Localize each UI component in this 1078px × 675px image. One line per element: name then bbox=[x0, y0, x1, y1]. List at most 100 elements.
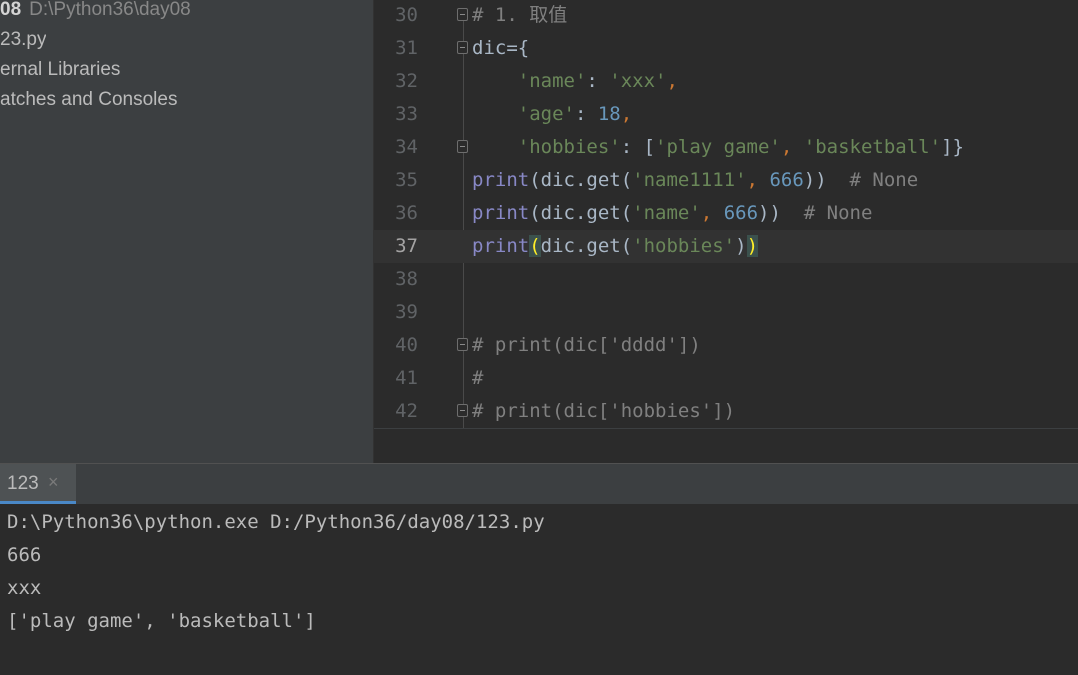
console-output-line: 666 bbox=[7, 544, 42, 566]
code-token: print bbox=[472, 235, 530, 257]
tree-item-scratches[interactable]: atches and Consoles bbox=[0, 85, 177, 115]
fold-marker-icon[interactable] bbox=[457, 8, 468, 21]
code-token: 'age' bbox=[517, 103, 575, 125]
project-root-path: D:\Python36\day08 bbox=[29, 0, 191, 20]
line-number: 37 bbox=[395, 235, 418, 257]
tree-item-external-libraries[interactable]: ernal Libraries bbox=[0, 55, 120, 85]
console-output-line: ['play game', 'basketball'] bbox=[7, 610, 316, 632]
code-line[interactable]: 41 # bbox=[374, 362, 1078, 395]
code-token: dic={ bbox=[472, 37, 530, 59]
line-number: 33 bbox=[395, 103, 418, 125]
code-token: : [ bbox=[620, 136, 656, 158]
code-token: 'name' bbox=[632, 202, 701, 224]
code-line[interactable]: 37 print(dic.get('hobbies')) bbox=[374, 230, 1078, 263]
code-line[interactable]: 39 bbox=[374, 296, 1078, 329]
code-text: 'age': 18, bbox=[472, 98, 632, 131]
code-line[interactable]: 36 print(dic.get('name', 666)) # None bbox=[374, 197, 1078, 230]
code-token: 'name' bbox=[517, 70, 587, 92]
code-text: dic={ bbox=[472, 32, 529, 65]
line-number: 36 bbox=[395, 202, 418, 224]
code-line[interactable]: 31 dic={ bbox=[374, 32, 1078, 65]
code-token: 'name1111' bbox=[632, 169, 747, 191]
code-token: , bbox=[780, 136, 804, 158]
code-text: print(dic.get('name', 666)) # None bbox=[472, 197, 872, 230]
code-token: ]} bbox=[941, 136, 964, 158]
code-line[interactable]: 34 'hobbies': ['play game', 'basketball'… bbox=[374, 131, 1078, 164]
code-token: , bbox=[620, 103, 633, 125]
code-token: 'play game' bbox=[655, 136, 781, 158]
code-token: 'basketball' bbox=[803, 136, 942, 158]
code-token: # bbox=[472, 367, 484, 389]
code-token: # 1. 取值 bbox=[472, 4, 568, 26]
line-number: 38 bbox=[395, 268, 418, 290]
code-line[interactable]: 38 bbox=[374, 263, 1078, 296]
run-tool-header: 123 × bbox=[0, 463, 1078, 504]
code-token: 'xxx' bbox=[609, 70, 667, 92]
code-token: (dic.get( bbox=[529, 202, 633, 224]
code-line[interactable]: 42 # print(dic['hobbies']) bbox=[374, 395, 1078, 428]
code-token: , bbox=[700, 202, 724, 224]
console-output-line: xxx bbox=[7, 577, 42, 599]
code-token: # print(dic['hobbies']) bbox=[472, 400, 736, 422]
code-token: 666 bbox=[723, 202, 759, 224]
fold-marker-icon[interactable] bbox=[457, 404, 468, 417]
run-console[interactable]: D:\Python36\python.exe D:/Python36/day08… bbox=[0, 504, 1078, 675]
code-token: , bbox=[666, 70, 678, 92]
code-line[interactable]: 40 # print(dic['dddd']) bbox=[374, 329, 1078, 362]
line-number: 39 bbox=[395, 301, 418, 323]
code-token: 'hobbies' bbox=[517, 136, 621, 158]
code-token: , bbox=[746, 169, 770, 191]
tree-item-file[interactable]: 23.py bbox=[0, 25, 46, 55]
run-tab[interactable]: 123 × bbox=[0, 464, 76, 504]
code-line[interactable]: 30 # 1. 取值 bbox=[374, 0, 1078, 32]
run-tab-label: 123 bbox=[7, 473, 39, 494]
code-token: )) bbox=[758, 202, 804, 224]
code-token: ) bbox=[746, 235, 759, 257]
project-root-row[interactable]: 08 D:\Python36\day08 bbox=[0, 0, 191, 25]
code-editor[interactable]: 30 # 1. 取值 31 dic={32 'name': 'xxx', 33 'age… bbox=[374, 0, 1078, 428]
code-token: )) bbox=[803, 169, 850, 191]
fold-marker-icon[interactable] bbox=[457, 41, 468, 54]
code-token: # print(dic['dddd']) bbox=[472, 334, 701, 356]
code-token: (dic.get( bbox=[529, 169, 633, 191]
console-output-line: D:\Python36\python.exe D:/Python36/day08… bbox=[7, 511, 545, 533]
line-number: 34 bbox=[395, 136, 418, 158]
line-number: 42 bbox=[395, 400, 418, 422]
line-number: 40 bbox=[395, 334, 418, 356]
code-line[interactable]: 33 'age': 18, bbox=[374, 98, 1078, 131]
project-root-name: 08 bbox=[0, 0, 22, 20]
code-text: # print(dic['dddd']) bbox=[472, 329, 701, 362]
code-text: 'name': 'xxx', bbox=[472, 65, 678, 98]
code-text: # print(dic['hobbies']) bbox=[472, 395, 735, 428]
code-token: 'hobbies' bbox=[632, 235, 736, 257]
code-token: dic.get( bbox=[540, 235, 633, 257]
code-token: # None bbox=[803, 202, 873, 224]
code-token: 18 bbox=[597, 103, 621, 125]
code-token: ) bbox=[735, 235, 747, 257]
line-number: 35 bbox=[395, 169, 418, 191]
code-line[interactable]: 32 'name': 'xxx', bbox=[374, 65, 1078, 98]
fold-marker-icon[interactable] bbox=[457, 338, 468, 351]
code-line[interactable]: 35 print(dic.get('name1111', 666)) # None bbox=[374, 164, 1078, 197]
code-token: print bbox=[472, 202, 530, 224]
project-panel: 08 D:\Python36\day08 23.py ernal Librarie… bbox=[0, 0, 374, 463]
code-token: print bbox=[472, 169, 530, 191]
line-number: 31 bbox=[395, 37, 418, 59]
code-text: print(dic.get('name1111', 666)) # None bbox=[472, 164, 918, 197]
code-text: print(dic.get('hobbies')) bbox=[472, 230, 759, 263]
line-number: 32 bbox=[395, 70, 418, 92]
line-number: 30 bbox=[395, 4, 418, 26]
code-token: # None bbox=[849, 169, 919, 191]
code-token: 666 bbox=[769, 169, 804, 191]
fold-marker-icon[interactable] bbox=[457, 140, 468, 153]
code-text: # bbox=[472, 362, 483, 395]
code-text: 'hobbies': ['play game', 'basketball']} bbox=[472, 131, 964, 164]
code-token: : bbox=[586, 70, 610, 92]
code-token: ( bbox=[529, 235, 541, 257]
code-text: # 1. 取值 bbox=[472, 0, 567, 32]
close-icon[interactable]: × bbox=[48, 472, 59, 493]
code-token: : bbox=[574, 103, 598, 125]
